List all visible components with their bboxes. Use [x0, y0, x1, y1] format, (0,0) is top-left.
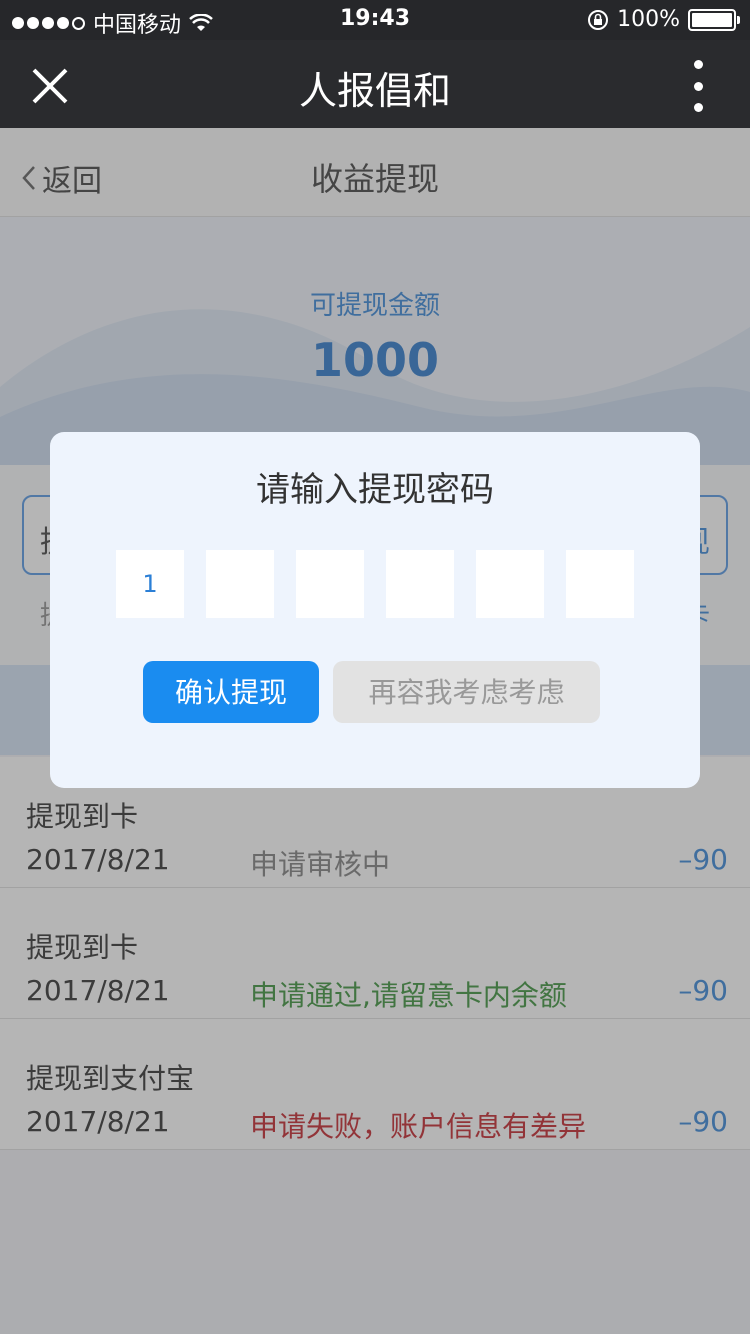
pin-digit-input[interactable]	[206, 550, 274, 618]
nav-title: 人报倡和	[298, 69, 451, 113]
confirm-withdraw-button[interactable]: 确认提现	[143, 661, 319, 723]
pin-digit-input[interactable]: 1	[116, 550, 184, 618]
password-dialog: 请输入提现密码 1 确认提现 再容我考虑考虑	[50, 432, 700, 788]
more-icon[interactable]	[688, 60, 708, 112]
status-right: 100%	[587, 7, 740, 32]
pin-digit-input[interactable]	[386, 550, 454, 618]
status-bar: 中国移动 19:43 100%	[0, 0, 750, 40]
nav-bar: 人报倡和	[0, 40, 750, 128]
dialog-title: 请输入提现密码	[256, 470, 494, 510]
battery-percent: 100%	[617, 7, 680, 32]
cancel-button[interactable]: 再容我考虑考虑	[333, 661, 600, 723]
pin-digit-input[interactable]	[296, 550, 364, 618]
orientation-lock-icon	[588, 9, 609, 30]
pin-input-row: 1	[116, 550, 634, 618]
pin-digit-input[interactable]	[566, 550, 634, 618]
battery-icon	[688, 8, 740, 31]
pin-digit-input[interactable]	[476, 550, 544, 618]
